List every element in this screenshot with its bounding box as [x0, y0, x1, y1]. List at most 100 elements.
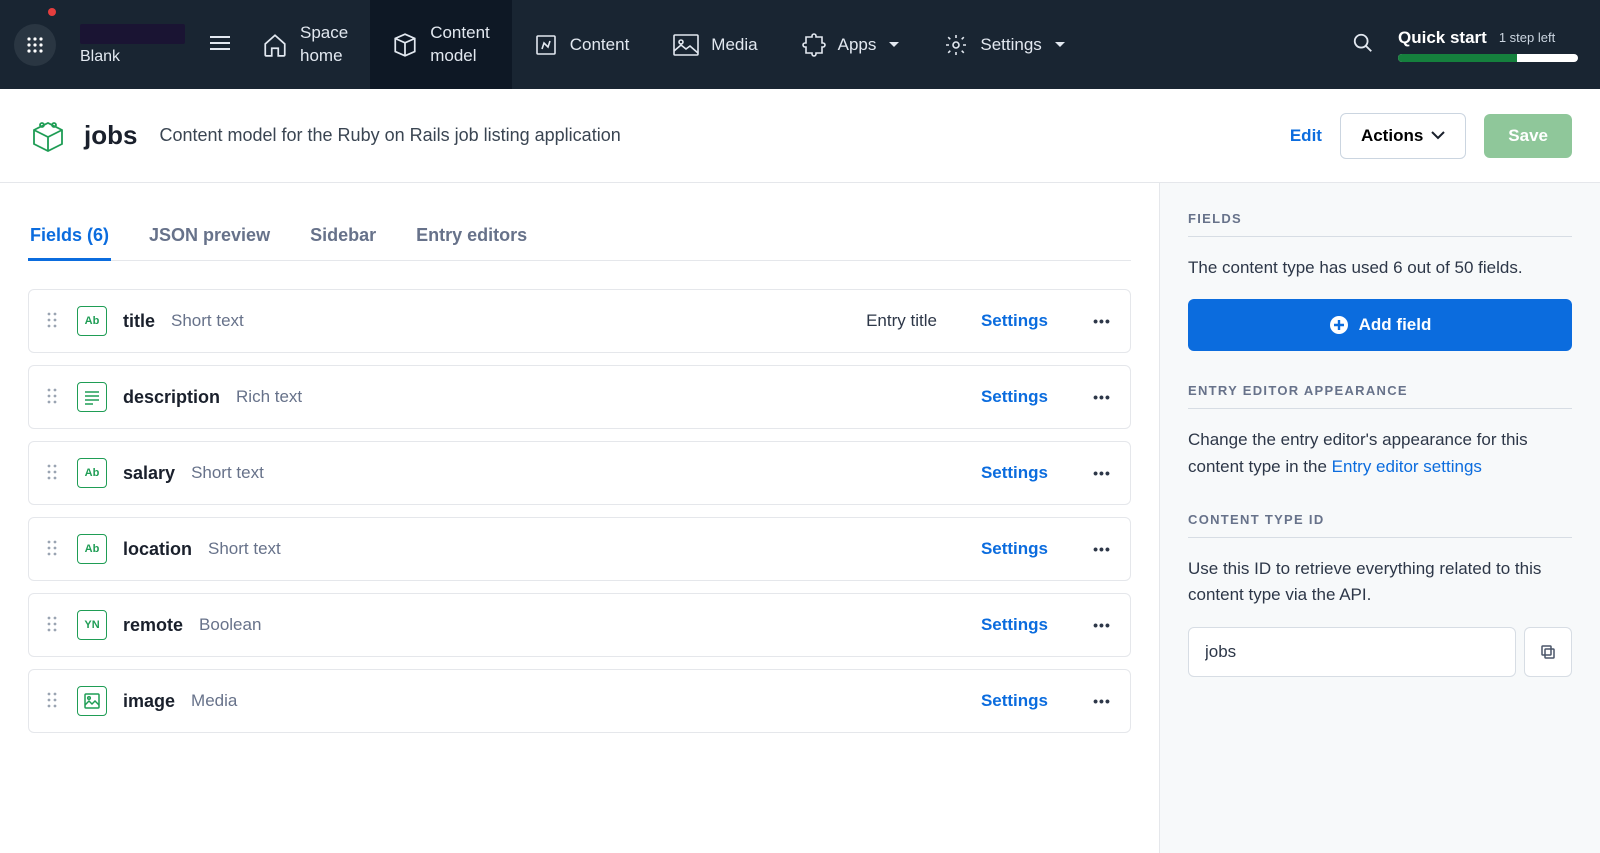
pen-icon [534, 33, 558, 57]
right-panel: Fields The content type has used 6 out o… [1160, 183, 1600, 853]
appearance-text: Change the entry editor's appearance for… [1188, 427, 1572, 480]
nav-label: Settings [980, 35, 1041, 55]
field-type: Short text [208, 539, 281, 559]
quickstart-widget[interactable]: Quick start 1 step left [1398, 28, 1578, 62]
home-icon [262, 32, 288, 58]
add-field-label: Add field [1359, 315, 1432, 335]
drag-handle-icon[interactable] [47, 616, 61, 635]
content-type-name: jobs [84, 120, 137, 151]
quickstart-step: 1 step left [1499, 30, 1555, 45]
nav-label: Contentmodel [430, 22, 490, 66]
tab-sidebar[interactable]: Sidebar [308, 211, 378, 260]
field-more-button[interactable]: ••• [1092, 693, 1112, 709]
field-settings-link[interactable]: Settings [981, 463, 1048, 483]
quickstart-title: Quick start [1398, 28, 1487, 48]
nav-label: Apps [838, 35, 877, 55]
field-settings-link[interactable]: Settings [981, 539, 1048, 559]
save-button[interactable]: Save [1484, 114, 1572, 158]
nav-space-home[interactable]: Spacehome [240, 0, 370, 89]
drag-handle-icon[interactable] [47, 692, 61, 711]
field-more-button[interactable]: ••• [1092, 313, 1112, 329]
hamburger-icon[interactable] [210, 35, 240, 54]
gear-icon [944, 33, 968, 57]
copy-id-button[interactable] [1524, 627, 1572, 677]
search-button[interactable] [1352, 32, 1374, 57]
panel-heading-appearance: Entry Editor Appearance [1188, 383, 1572, 409]
tab-fields[interactable]: Fields (6) [28, 211, 111, 260]
field-settings-link[interactable]: Settings [981, 311, 1048, 331]
field-name: location [123, 539, 192, 560]
field-row: Ab salary Short text Settings ••• [28, 441, 1131, 505]
field-type-badge: YN [77, 610, 107, 640]
field-row: YN remote Boolean Settings ••• [28, 593, 1131, 657]
field-more-button[interactable]: ••• [1092, 541, 1112, 557]
actions-button[interactable]: Actions [1340, 113, 1466, 159]
field-more-button[interactable]: ••• [1092, 389, 1112, 405]
box-icon [392, 32, 418, 58]
entry-editor-settings-link[interactable]: Entry editor settings [1332, 457, 1482, 476]
panel-heading-fields: Fields [1188, 211, 1572, 237]
space-name-redacted [80, 24, 185, 44]
field-settings-link[interactable]: Settings [981, 615, 1048, 635]
field-row: description Rich text Settings ••• [28, 365, 1131, 429]
field-name: image [123, 691, 175, 712]
drag-handle-icon[interactable] [47, 388, 61, 407]
field-type-badge [77, 382, 107, 412]
left-panel: Fields (6) JSON preview Sidebar Entry ed… [0, 183, 1160, 853]
chevron-down-icon [888, 41, 900, 49]
field-settings-link[interactable]: Settings [981, 387, 1048, 407]
search-icon [1352, 32, 1374, 54]
nav-media[interactable]: Media [651, 0, 779, 89]
field-type: Media [191, 691, 237, 711]
space-env-label: Blank [80, 48, 185, 66]
image-icon [673, 34, 699, 56]
add-field-button[interactable]: Add field [1188, 299, 1572, 351]
top-nav: Blank Spacehome Contentmodel Content Med… [0, 0, 1600, 89]
field-type-badge: Ab [77, 458, 107, 488]
field-settings-link[interactable]: Settings [981, 691, 1048, 711]
content-type-id-input[interactable] [1188, 627, 1516, 677]
field-type: Boolean [199, 615, 261, 635]
tab-entry-editors[interactable]: Entry editors [414, 211, 529, 260]
nav-content[interactable]: Content [512, 0, 652, 89]
tabs: Fields (6) JSON preview Sidebar Entry ed… [28, 211, 1131, 261]
copy-icon [1539, 643, 1557, 661]
fields-used-text: The content type has used 6 out of 50 fi… [1188, 255, 1572, 281]
actions-label: Actions [1361, 126, 1423, 146]
nav-label: Spacehome [300, 22, 348, 66]
drag-handle-icon[interactable] [47, 312, 61, 331]
space-selector[interactable]: Blank [70, 0, 240, 89]
nav-settings[interactable]: Settings [922, 0, 1087, 89]
field-name: remote [123, 615, 183, 636]
field-more-button[interactable]: ••• [1092, 465, 1112, 481]
quickstart-progress [1398, 54, 1578, 62]
field-name: title [123, 311, 155, 332]
field-row: AbtitleShort textEntry titleSettings••• [28, 289, 1131, 353]
field-list: AbtitleShort textEntry titleSettings•••d… [28, 289, 1131, 733]
field-more-button[interactable]: ••• [1092, 617, 1112, 633]
field-type: Short text [171, 311, 244, 331]
field-type-badge: Ab [77, 306, 107, 336]
nav-apps[interactable]: Apps [780, 0, 923, 89]
field-name: salary [123, 463, 175, 484]
ctid-text: Use this ID to retrieve everything relat… [1188, 556, 1572, 609]
drag-handle-icon[interactable] [47, 464, 61, 483]
plus-circle-icon [1329, 315, 1349, 335]
titlebar: jobs Content model for the Ruby on Rails… [0, 89, 1600, 183]
field-type: Rich text [236, 387, 302, 407]
drag-handle-icon[interactable] [47, 540, 61, 559]
field-name: description [123, 387, 220, 408]
edit-link[interactable]: Edit [1290, 126, 1322, 146]
grid-icon [26, 36, 44, 54]
content-type-icon [28, 116, 68, 156]
tab-json-preview[interactable]: JSON preview [147, 211, 272, 260]
panel-heading-ctid: Content Type ID [1188, 512, 1572, 538]
nav-content-model[interactable]: Contentmodel [370, 0, 512, 89]
field-type-badge [77, 686, 107, 716]
field-row: AblocationShort textSettings••• [28, 517, 1131, 581]
nav-items: Spacehome Contentmodel Content Media App… [240, 0, 1088, 89]
nav-logo[interactable] [0, 0, 70, 89]
content-type-description: Content model for the Ruby on Rails job … [159, 125, 620, 146]
field-type: Short text [191, 463, 264, 483]
notification-dot-icon [48, 8, 56, 16]
